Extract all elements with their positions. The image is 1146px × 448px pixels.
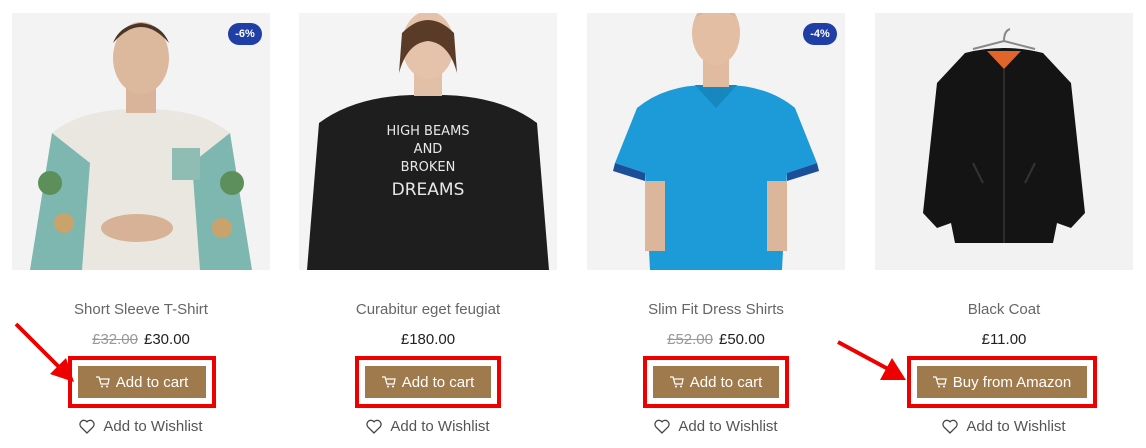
- product-title[interactable]: Short Sleeve T-Shirt: [12, 301, 270, 318]
- heart-icon: [942, 419, 959, 434]
- highlight-box: Add to cart: [68, 356, 216, 408]
- discount-badge: -6%: [228, 23, 262, 45]
- buy-from-amazon-button[interactable]: Buy from Amazon: [917, 366, 1087, 398]
- product-image[interactable]: -6%: [12, 13, 270, 270]
- heart-icon: [366, 419, 383, 434]
- polo-shirt-model-photo: [587, 13, 845, 270]
- product-card: HIGH BEAMS AND BROKEN DREAMS Curabitur e…: [299, 13, 557, 448]
- cart-icon: [95, 376, 110, 388]
- cart-icon: [932, 376, 947, 388]
- product-title[interactable]: Curabitur eget feugiat: [299, 301, 557, 318]
- cart-icon: [669, 376, 684, 388]
- tshirt-model-photo: [12, 13, 270, 270]
- product-image[interactable]: -4%: [587, 13, 845, 270]
- discount-badge: -4%: [803, 23, 837, 45]
- add-to-wishlist-link[interactable]: Add to Wishlist: [299, 418, 557, 435]
- print-line-3: BROKEN: [401, 160, 456, 175]
- add-to-cart-button[interactable]: Add to cart: [653, 366, 779, 398]
- button-label: Add to cart: [401, 373, 475, 391]
- wishlist-label: Add to Wishlist: [390, 418, 490, 435]
- add-to-wishlist-link[interactable]: Add to Wishlist: [12, 418, 270, 435]
- product-price: £52.00 £50.00: [587, 331, 845, 348]
- add-to-cart-button[interactable]: Add to cart: [78, 366, 206, 398]
- product-image[interactable]: HIGH BEAMS AND BROKEN DREAMS: [299, 13, 557, 270]
- highlight-box: Add to cart: [643, 356, 789, 408]
- product-title[interactable]: Slim Fit Dress Shirts: [587, 301, 845, 318]
- heart-icon: [79, 419, 96, 434]
- black-coat-photo: [875, 13, 1133, 270]
- current-price: £50.00: [719, 331, 765, 348]
- add-to-wishlist-link[interactable]: Add to Wishlist: [875, 418, 1133, 435]
- product-price: £11.00: [875, 331, 1133, 348]
- highlight-box: Add to cart: [355, 356, 501, 408]
- wishlist-label: Add to Wishlist: [678, 418, 778, 435]
- product-card: -4% Slim Fit Dress Shirts £52.00 £50.00 A…: [587, 13, 845, 448]
- print-line-4: DREAMS: [392, 180, 465, 200]
- print-line-2: AND: [414, 142, 443, 157]
- add-to-wishlist-link[interactable]: Add to Wishlist: [587, 418, 845, 435]
- print-line-1: HIGH BEAMS: [386, 124, 469, 139]
- add-to-cart-button[interactable]: Add to cart: [365, 366, 491, 398]
- current-price: £180.00: [400, 331, 456, 348]
- button-label: Buy from Amazon: [952, 373, 1072, 391]
- button-label: Add to cart: [689, 373, 763, 391]
- old-price: £52.00: [667, 331, 713, 348]
- wishlist-label: Add to Wishlist: [103, 418, 203, 435]
- current-price: £11.00: [981, 331, 1027, 348]
- sweatshirt-model-photo: HIGH BEAMS AND BROKEN DREAMS: [299, 13, 557, 270]
- red-arrow-icon: [14, 322, 74, 382]
- cart-icon: [381, 376, 396, 388]
- wishlist-label: Add to Wishlist: [966, 418, 1066, 435]
- heart-icon: [654, 419, 671, 434]
- product-price: £180.00: [299, 331, 557, 348]
- current-price: £30.00: [144, 331, 190, 348]
- button-label: Add to cart: [115, 373, 189, 391]
- product-image[interactable]: [875, 13, 1133, 270]
- product-card: Black Coat £11.00 Buy from Amazon Add to…: [875, 13, 1133, 448]
- old-price: £32.00: [92, 331, 138, 348]
- product-title[interactable]: Black Coat: [875, 301, 1133, 318]
- highlight-box: Buy from Amazon: [907, 356, 1097, 408]
- red-arrow-icon: [837, 340, 906, 380]
